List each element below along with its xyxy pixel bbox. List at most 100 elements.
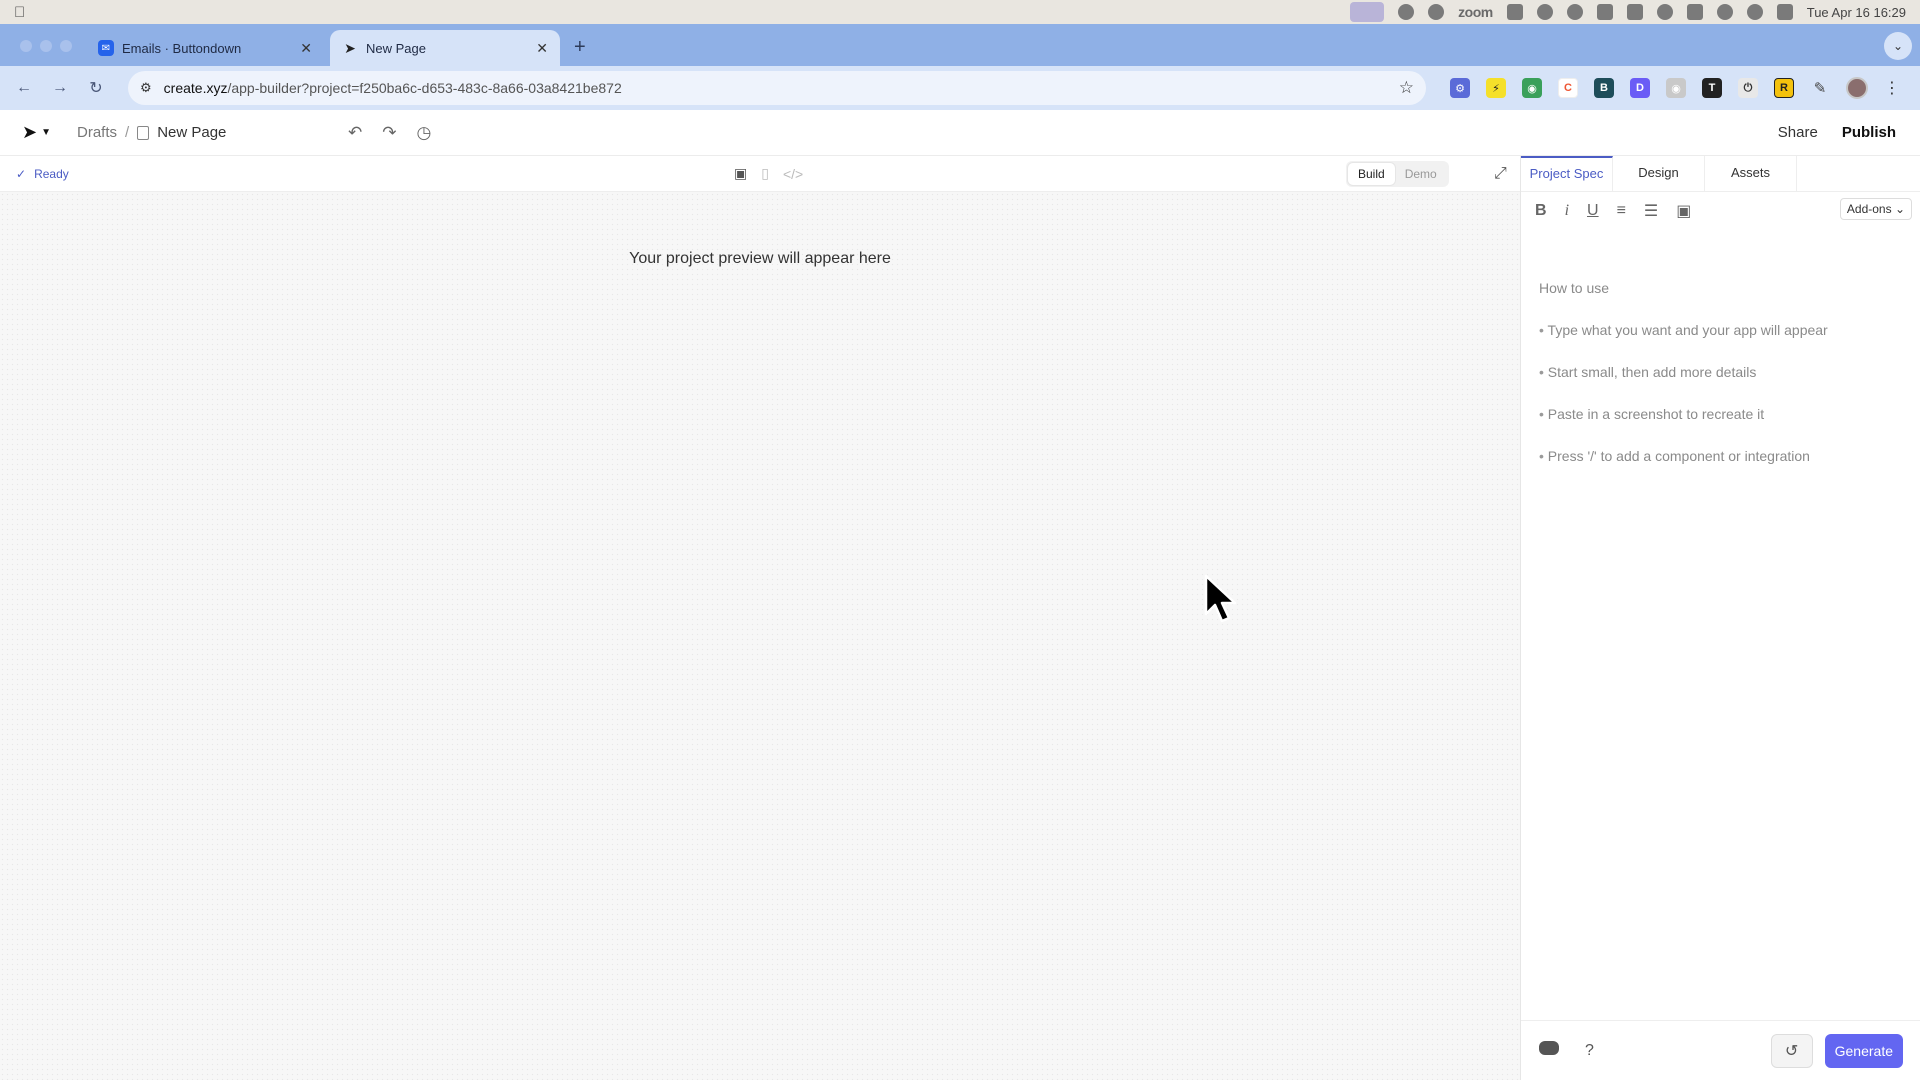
close-tab-icon[interactable]: ✕ [536, 40, 548, 57]
italic-icon[interactable]: i [1565, 202, 1569, 220]
site-settings-icon[interactable]: ⚙ [140, 80, 152, 96]
version-history-icon[interactable]: ◷ [417, 123, 432, 143]
menu-bar-clock[interactable]: Tue Apr 16 16:29 [1807, 5, 1906, 20]
page-title[interactable]: New Page [157, 124, 226, 141]
cloud-icon[interactable] [1566, 4, 1583, 20]
tab-design[interactable]: Design [1613, 156, 1705, 191]
how-to-use-list: Type what you want and your app will app… [1539, 322, 1902, 464]
url-path: /app-builder?project=f250ba6c-d653-483c-… [227, 80, 622, 96]
tab-title: New Page [366, 40, 426, 56]
back-button[interactable]: ← [12, 79, 36, 97]
moon-icon[interactable] [1656, 4, 1673, 20]
generate-button[interactable]: Generate [1824, 1033, 1903, 1068]
profile-avatar[interactable] [1846, 77, 1868, 99]
redo-icon[interactable]: ↷ [382, 123, 396, 143]
publish-button[interactable]: Publish [1842, 124, 1896, 141]
how-to-use-placeholder[interactable]: How to use Type what you want and your a… [1521, 280, 1920, 464]
numbered-list-icon[interactable]: ≡ [1617, 202, 1626, 220]
tab-project-spec[interactable]: Project Spec [1521, 156, 1613, 191]
app-header: ➤ ▼ Drafts / New Page ↶ ↷ ◷ Share Publis… [0, 110, 1920, 156]
new-tab-button[interactable]: + [574, 36, 586, 59]
extension-d-icon[interactable]: D [1630, 78, 1650, 98]
refresh-icon: ↺ [1784, 1042, 1799, 1060]
camera-icon[interactable] [1428, 4, 1445, 20]
browser-tab-strip: ✉ Emails · Buttondown ✕ ➤ New Page ✕ + ⌄ [0, 24, 1920, 66]
history-controls: ↶ ↷ ◷ [348, 123, 431, 143]
expand-icon[interactable]: ⤢ [1494, 165, 1507, 183]
reload-button[interactable]: ↻ [84, 78, 108, 98]
tab-search-button[interactable]: ⌄ [1884, 32, 1912, 60]
control-center-icon[interactable] [1776, 4, 1793, 20]
browser-tab-new-page[interactable]: ➤ New Page ✕ [330, 30, 560, 66]
reset-button[interactable]: ↺ [1770, 1033, 1813, 1068]
browser-menu-icon[interactable]: ⋮ [1884, 78, 1900, 98]
page-icon [137, 125, 150, 140]
zoom-status[interactable]: zoom [1458, 4, 1493, 20]
share-button[interactable]: Share [1778, 124, 1818, 141]
chevron-down-icon: ⌄ [1894, 202, 1905, 216]
extension-gear-icon[interactable]: ⚙ [1450, 78, 1470, 98]
undo-icon[interactable]: ↶ [348, 123, 362, 143]
add-ons-dropdown[interactable]: Add-ons ⌄ [1839, 198, 1912, 220]
breadcrumb-separator: / [125, 124, 130, 141]
minimize-window-button[interactable] [40, 40, 52, 52]
grid-icon[interactable] [1626, 4, 1643, 20]
extension-t-icon[interactable]: T [1702, 78, 1722, 98]
chevron-down-icon: ⌄ [1892, 39, 1904, 53]
tab-title: Emails · Buttondown [122, 40, 242, 56]
bullet-list-icon[interactable]: ☰ [1644, 201, 1658, 221]
extension-green-icon[interactable]: ◉ [1522, 78, 1542, 98]
wifi-icon[interactable] [1716, 4, 1733, 20]
help-icon[interactable]: ? [1585, 1042, 1594, 1060]
battery-icon[interactable] [1686, 4, 1703, 20]
create-logo-icon: ➤ [344, 39, 356, 56]
discord-icon[interactable] [1539, 1041, 1559, 1060]
build-mode-button[interactable]: Build [1348, 162, 1395, 185]
apple-icon[interactable]:  [14, 4, 25, 21]
mode-toggle: Build Demo [1346, 160, 1449, 187]
header-actions: Share Publish [1778, 124, 1896, 141]
demo-mode-button[interactable]: Demo [1395, 163, 1447, 185]
url-host: create.xyz [163, 80, 228, 96]
close-window-button[interactable] [20, 40, 32, 52]
status-text: Ready [34, 166, 69, 181]
extension-r-icon[interactable]: R [1774, 78, 1794, 98]
desktop-view-icon[interactable]: ▣ [734, 165, 747, 182]
maximize-window-button[interactable] [60, 40, 72, 52]
spotlight-search-icon[interactable] [1746, 4, 1763, 20]
project-spec-panel: Project Spec Design Assets B i U ≡ ☰ ▣ A… [1520, 156, 1920, 1080]
screen-share-icon[interactable] [1350, 2, 1385, 22]
play-icon[interactable] [1596, 4, 1613, 20]
close-tab-icon[interactable]: ✕ [300, 40, 312, 57]
tab-assets[interactable]: Assets [1705, 156, 1797, 191]
mobile-view-icon[interactable]: ▯ [761, 165, 769, 182]
extension-b-icon[interactable]: B [1594, 78, 1614, 98]
how-to-use-title: How to use [1539, 280, 1610, 296]
bold-icon[interactable]: B [1535, 202, 1547, 220]
preview-toolbar: ✓ Ready ▣ ▯ </> Build Demo ⤢ [0, 156, 1520, 192]
status-indicator: ✓ Ready [16, 167, 69, 181]
panel-tabs: Project Spec Design Assets [1521, 156, 1920, 192]
code-view-icon[interactable]: </> [783, 166, 803, 182]
forward-button[interactable]: → [48, 79, 72, 97]
window-controls [20, 40, 72, 52]
list-item: Start small, then add more details [1539, 364, 1902, 380]
app-status-icon[interactable] [1536, 4, 1553, 20]
address-bar[interactable]: ⚙ create.xyz/app-builder?project=f250ba6… [128, 71, 1426, 105]
extension-camera-icon[interactable]: ◉ [1666, 78, 1686, 98]
app-logo-menu[interactable]: ➤ ▼ [22, 122, 51, 143]
extension-c-icon[interactable]: C [1558, 78, 1578, 98]
breadcrumb-drafts[interactable]: Drafts [77, 124, 117, 141]
bookmark-star-icon[interactable]: ☆ [1399, 78, 1414, 98]
record-icon[interactable] [1398, 4, 1415, 20]
dropbox-icon[interactable] [1506, 4, 1523, 20]
extension-power-icon[interactable]: ⏻ [1738, 78, 1758, 98]
extensions-puzzle-icon[interactable]: ✎ [1810, 78, 1830, 98]
underline-icon[interactable]: U [1587, 202, 1599, 220]
list-item: Type what you want and your app will app… [1539, 322, 1902, 338]
menu-bar-status-items: zoom Tue Apr 16 16:29 [1350, 2, 1906, 22]
extension-bolt-icon[interactable]: ⚡ [1486, 78, 1506, 98]
add-image-icon[interactable]: ▣ [1676, 201, 1691, 221]
preview-placeholder-text: Your project preview will appear here [629, 250, 891, 267]
browser-tab-emails[interactable]: ✉ Emails · Buttondown ✕ [86, 30, 324, 66]
